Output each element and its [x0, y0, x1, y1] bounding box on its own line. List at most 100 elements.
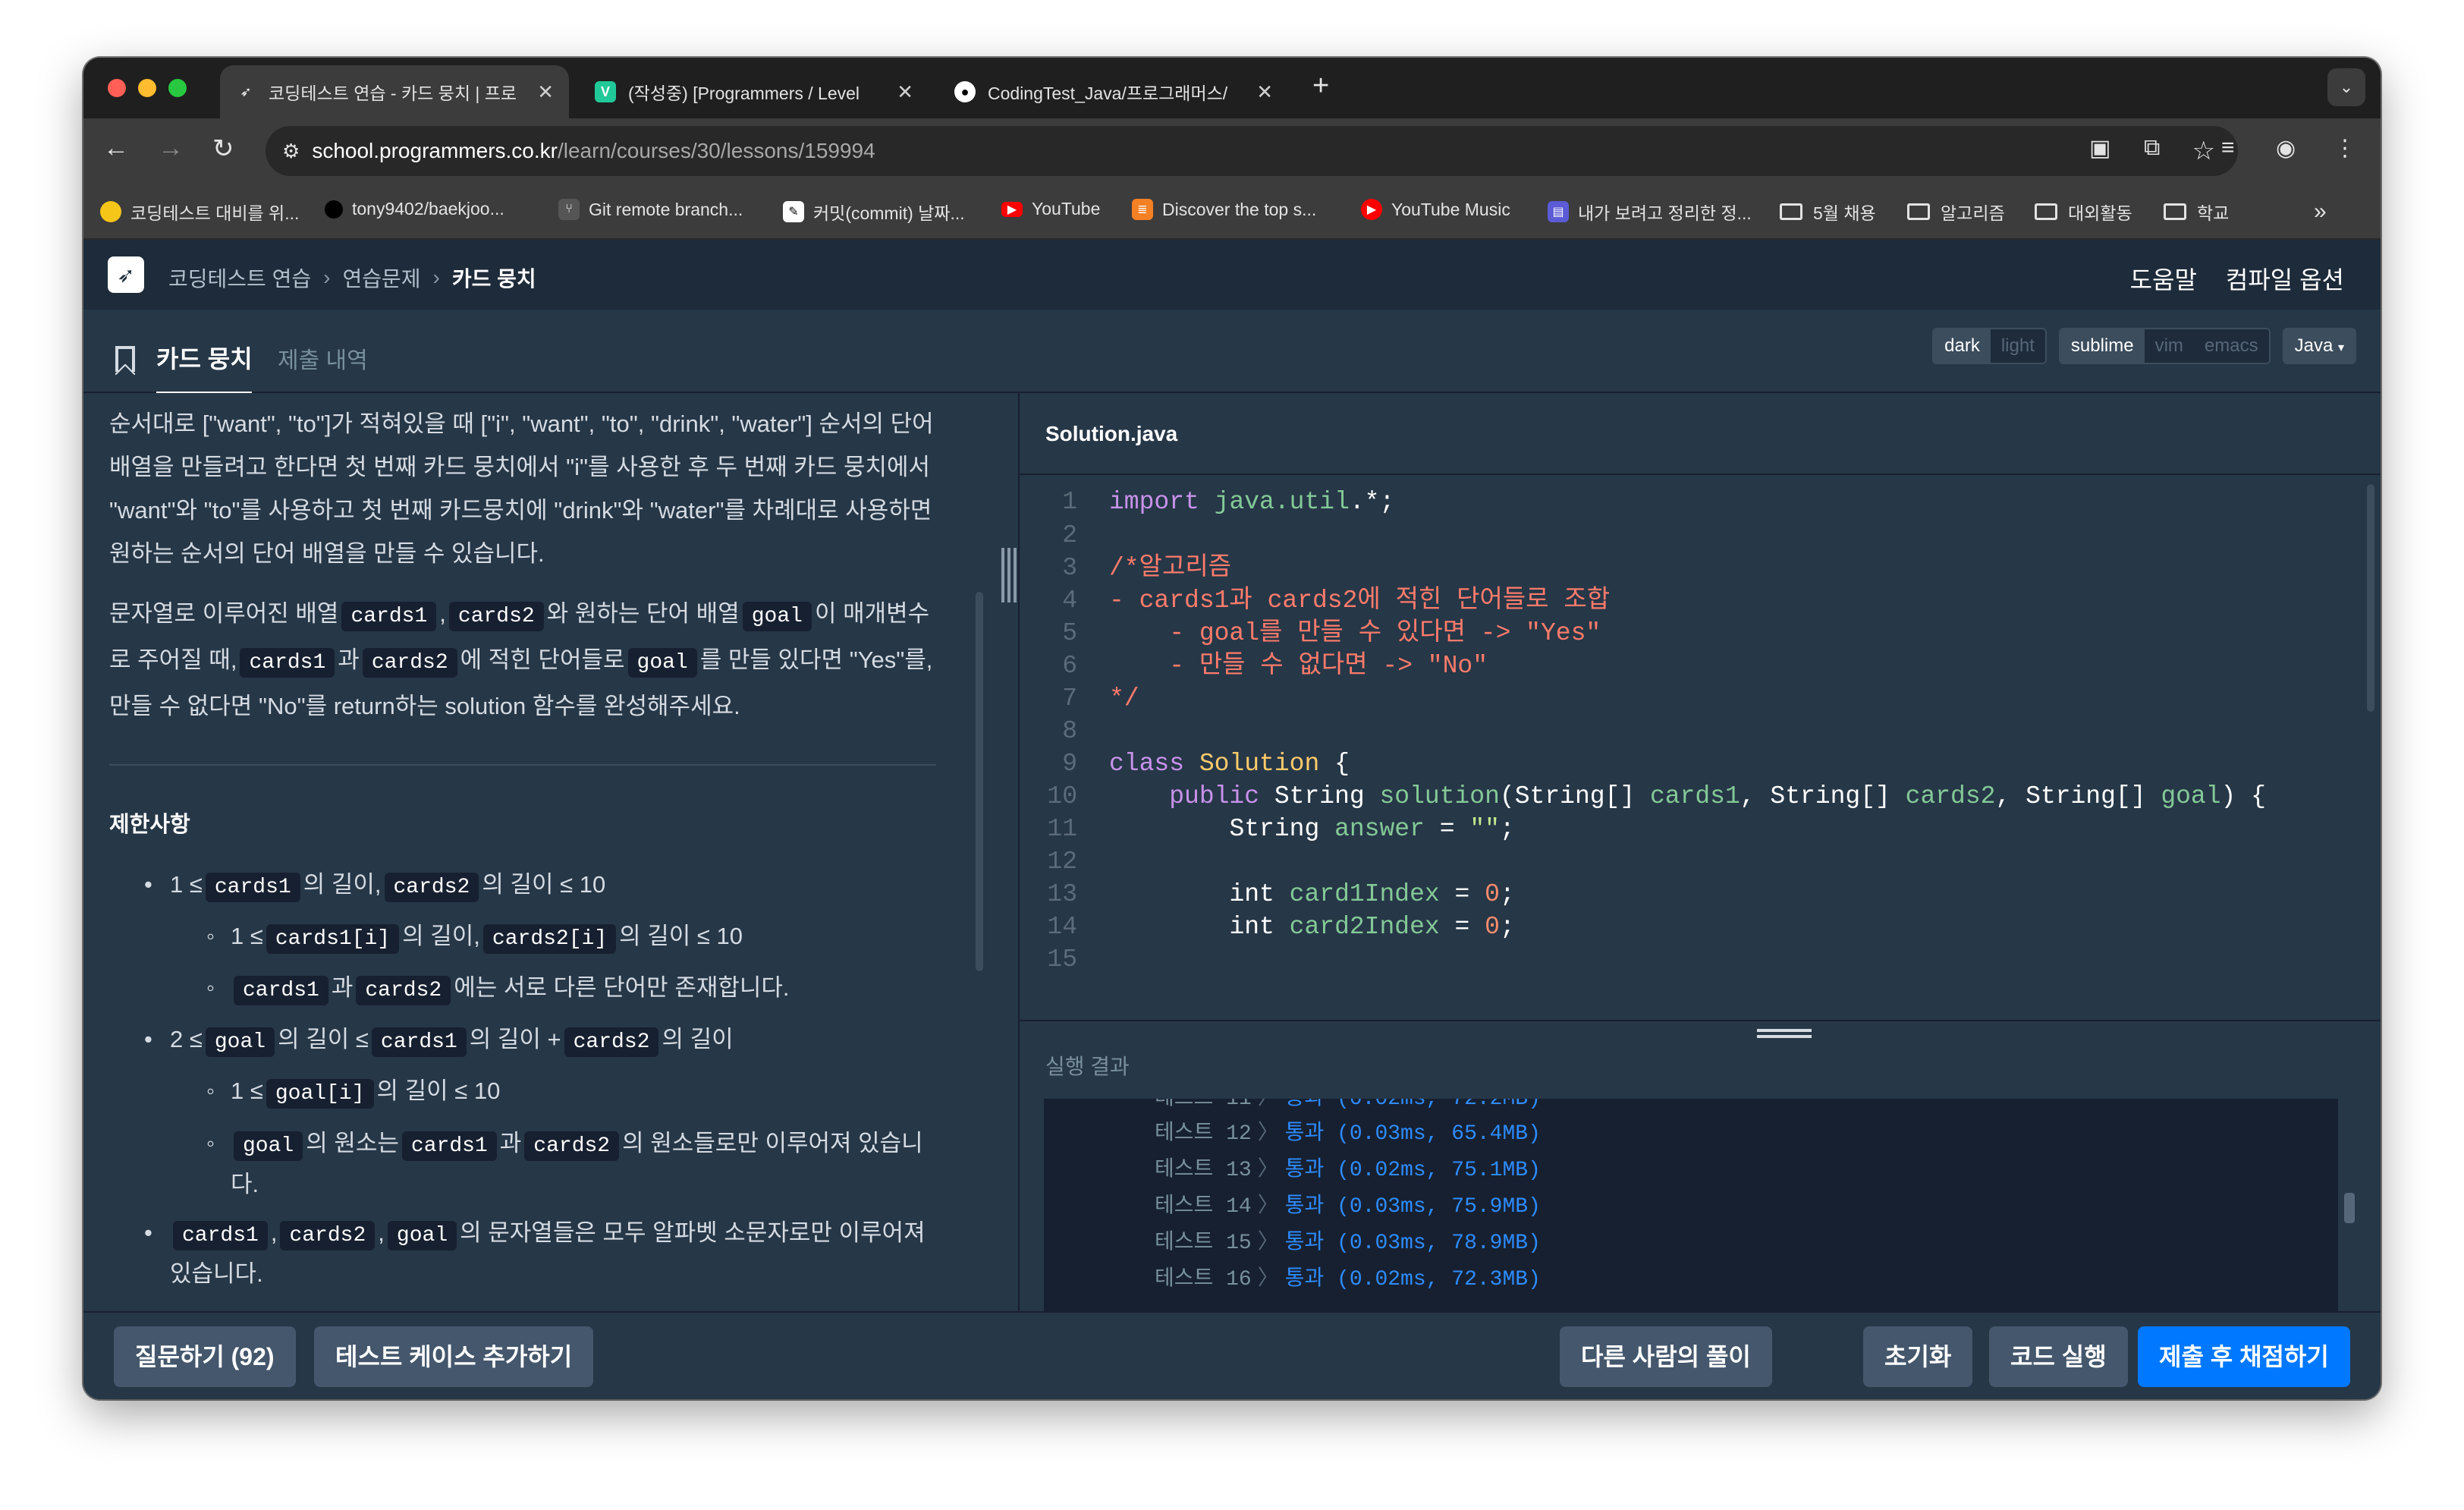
keymap-emacs-option[interactable]: emacs: [2193, 329, 2269, 363]
help-link[interactable]: 도움말: [2130, 261, 2197, 296]
code-line: 14 int card2Index = 0;: [1047, 913, 1515, 941]
browser-tab-2[interactable]: V (작성중) [Programmers / Level ✕: [580, 65, 929, 118]
inline-code: goal: [742, 602, 812, 631]
folder-icon: [1907, 203, 1930, 220]
bookmark-item[interactable]: 코딩테스트 대비를 위...: [100, 199, 299, 225]
breadcrumb-item[interactable]: 코딩테스트 연습: [168, 263, 311, 293]
problem-scrollbar[interactable]: [976, 592, 983, 971]
bookmark-item[interactable]: ▶ YouTube: [1001, 199, 1100, 219]
breadcrumb-item[interactable]: 연습문제: [342, 263, 420, 293]
theme-dark-option[interactable]: dark: [1934, 329, 1991, 363]
bookmark-item[interactable]: tony9402/baekjoo...: [325, 199, 504, 219]
constraints-title: 제한사항: [109, 813, 190, 837]
minimize-window-button[interactable]: [138, 79, 156, 97]
bookmark-item[interactable]: ▶ YouTube Music: [1361, 199, 1510, 220]
code-editor[interactable]: 1 import java.util.*; 2 3/*알고리즘 4- cards1…: [1020, 477, 2381, 1005]
file-tab: Solution.java: [1020, 393, 2381, 475]
address-bar[interactable]: ⚙ school.programmers.co.kr /learn/course…: [266, 126, 2238, 176]
code-line: 3/*알고리즘: [1062, 554, 1232, 582]
tab-problem[interactable]: 카드 뭉치: [156, 340, 253, 375]
extension-icon[interactable]: ▣: [2089, 135, 2110, 162]
bookmark-item[interactable]: ▤ 내가 보려고 정리한 정...: [1548, 199, 1752, 225]
bookmark-item[interactable]: ✎ 커밋(commit) 날짜...: [783, 199, 965, 225]
result-resize-handle[interactable]: [1757, 1029, 1812, 1038]
tab-search-button[interactable]: ⌄: [2327, 68, 2365, 106]
code-line: 1 import java.util.*;: [1062, 488, 1395, 516]
result-row: 테스트 13 〉 통과 (0.02ms, 75.1MB): [1155, 1159, 1541, 1182]
language-value: Java: [2294, 335, 2334, 356]
bookmark-folder[interactable]: 학교: [2164, 199, 2229, 225]
editor-scrollbar[interactable]: [2367, 484, 2374, 712]
puzzle-icon[interactable]: ⧉: [2144, 135, 2160, 161]
github-icon: ●: [954, 81, 976, 102]
code-line: 9 class Solution {: [1062, 750, 1350, 778]
bookmark-folder[interactable]: 5월 채용: [1780, 199, 1876, 225]
browser-tab-1[interactable]: ➶ 코딩테스트 연습 - 카드 뭉치 | 프로 ✕: [220, 65, 569, 118]
browser-toolbar: ← → ↻ ⚙ school.programmers.co.kr /learn/…: [83, 118, 2381, 184]
keymap-toggle: sublime vim emacs: [2058, 328, 2271, 364]
more-bookmarks-icon[interactable]: »: [2314, 199, 2327, 225]
keymap-vim-option[interactable]: vim: [2144, 329, 2194, 363]
menu-icon[interactable]: ⋮: [2334, 135, 2356, 162]
list-item: cards1과cards2에는 서로 다른 단어만 존재합니다.: [109, 964, 936, 1015]
bookmarks-bar: 코딩테스트 대비를 위... tony9402/baekjoo... ⑂ Git …: [83, 184, 2381, 240]
panel-resize-handle[interactable]: [1001, 548, 1017, 602]
inline-code: goal: [627, 648, 697, 678]
paragraph: 순서대로 ["want", "to"]가 적혀있을 때 ["i", "want"…: [109, 411, 934, 567]
new-tab-button[interactable]: +: [1312, 70, 1329, 102]
close-tab-icon[interactable]: ✕: [537, 80, 554, 104]
back-icon[interactable]: ←: [103, 134, 129, 163]
tab-title: (작성중) [Programmers / Level: [628, 83, 860, 103]
tab-title: 코딩테스트 연습 - 카드 뭉치 | 프로: [269, 83, 517, 103]
inline-code: cards2: [362, 648, 457, 678]
bookmark-item[interactable]: ⑂ Git remote branch...: [558, 199, 743, 220]
others-solutions-button[interactable]: 다른 사람의 풀이: [1560, 1326, 1772, 1387]
problem-panel: 순서대로 ["want", "to"]가 적혀있을 때 ["i", "want"…: [83, 393, 1018, 1311]
tab-title: CodingTest_Java/프로그래머스/: [988, 83, 1228, 103]
run-code-button[interactable]: 코드 실행: [1989, 1326, 2128, 1387]
bookmark-folder[interactable]: 알고리즘: [1907, 199, 2005, 225]
tab-submission-history[interactable]: 제출 내역: [278, 341, 368, 375]
code-line: 7 */: [1062, 684, 1139, 713]
browser-tab-3[interactable]: ● CodingTest_Java/프로그래머스/ ✕: [939, 65, 1288, 118]
forward-icon[interactable]: →: [158, 134, 184, 163]
reload-icon[interactable]: ↻: [212, 134, 234, 164]
list-item: 1 ≤cards1의 길이,cards2의 길이 ≤ 10: [109, 860, 936, 912]
close-tab-icon[interactable]: ✕: [1256, 80, 1273, 104]
breadcrumb: 코딩테스트 연습 › 연습문제 › 카드 뭉치: [168, 263, 536, 293]
compile-options-link[interactable]: 컴파일 옵션: [2226, 261, 2344, 296]
url-host: school.programmers.co.kr: [312, 139, 558, 162]
language-select[interactable]: Java ▾: [2282, 328, 2356, 364]
folder-icon: [2164, 203, 2186, 220]
action-footer: 질문하기 (92) 테스트 케이스 추가하기 다른 사람의 풀이 초기화 코드 …: [83, 1311, 2381, 1399]
bookmark-folder[interactable]: 대외활동: [2035, 199, 2132, 225]
result-scrollbar[interactable]: [2344, 1193, 2355, 1223]
site-settings-icon[interactable]: ⚙: [282, 140, 300, 163]
problem-description: 순서대로 ["want", "to"]가 적혀있을 때 ["i", "want"…: [109, 393, 936, 1293]
code-line: 13 int card1Index = 0;: [1047, 880, 1515, 908]
add-testcase-button[interactable]: 테스트 케이스 추가하기: [314, 1326, 594, 1387]
folder-icon: [1780, 203, 1802, 220]
youtube-icon: ▶: [1001, 201, 1023, 217]
reading-list-icon[interactable]: ≡: [2221, 135, 2235, 161]
ask-question-button[interactable]: 질문하기 (92): [114, 1326, 296, 1387]
bookmark-icon[interactable]: [115, 346, 135, 375]
bookmark-item[interactable]: ≣ Discover the top s...: [1132, 199, 1316, 220]
url-path: /learn/courses/30/lessons/159994: [557, 139, 875, 162]
github-icon: [325, 200, 343, 219]
result-title: 실행 결과: [1045, 1055, 1130, 1078]
reset-button[interactable]: 초기화: [1863, 1326, 1973, 1387]
browser-window: ➶ 코딩테스트 연습 - 카드 뭉치 | 프로 ✕ V (작성중) [Progr…: [83, 58, 2381, 1399]
bookmark-star-icon[interactable]: ☆: [2192, 136, 2215, 166]
programmers-logo-icon[interactable]: ➶: [108, 256, 144, 293]
keymap-sublime-option[interactable]: sublime: [2060, 329, 2145, 363]
submit-button[interactable]: 제출 후 채점하기: [2138, 1326, 2350, 1387]
close-tab-icon[interactable]: ✕: [897, 80, 913, 104]
maximize-window-button[interactable]: [168, 79, 187, 97]
code-editor-panel: Solution.java 1 import java.util.*; 2 3/*…: [1020, 393, 2381, 1020]
inline-code: cards1: [240, 648, 335, 678]
close-window-button[interactable]: [108, 79, 126, 97]
git-icon: ⑂: [558, 199, 580, 220]
theme-light-option[interactable]: light: [1990, 329, 2045, 363]
profile-avatar[interactable]: ◉: [2276, 135, 2296, 162]
